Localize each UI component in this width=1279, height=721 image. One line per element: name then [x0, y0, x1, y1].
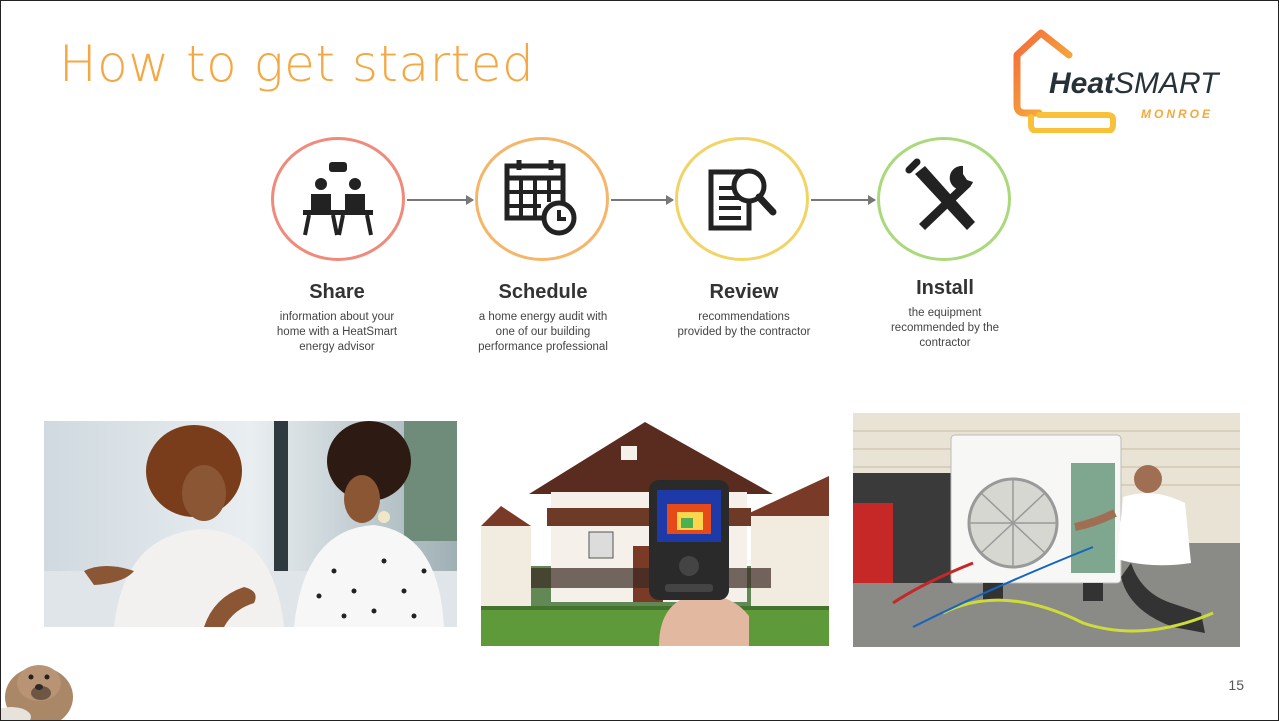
step-install: Install the equipment recommended by the c…: [835, 277, 1055, 351]
step-title: Share: [309, 281, 365, 303]
calendar-clock-icon: [504, 160, 577, 236]
photo-two-women-talking: [44, 421, 457, 627]
slide-title: How to get started: [59, 35, 535, 93]
step-desc: information about your home with a HeatSm…: [276, 311, 398, 353]
step-title: Review: [709, 281, 779, 303]
schedule-circle: [475, 137, 609, 261]
step-review: Review recommendations provided by the co…: [634, 281, 854, 340]
step-title: Schedule: [498, 281, 588, 303]
arrow-share-to-schedule: [407, 195, 474, 205]
step-desc: the equipment recommended by the contracto…: [890, 307, 1000, 349]
step-desc: recommendations provided by the contracto…: [677, 311, 811, 338]
meeting-icon: [303, 162, 373, 236]
share-circle: [271, 137, 405, 261]
logo-wordmark: HeatSMART: [1049, 67, 1219, 100]
step-share: Share information about your home with a …: [227, 281, 447, 355]
slide: How to get started HeatSMART MONROE Shar…: [0, 0, 1279, 721]
step-schedule: Schedule a home energy audit with one of …: [433, 281, 653, 355]
install-circle: [877, 137, 1011, 261]
step-title: Install: [916, 277, 974, 299]
step-desc: a home energy audit with one of our build…: [478, 311, 608, 353]
heatsmart-monroe-logo: HeatSMART MONROE: [1009, 27, 1245, 134]
photo-house-thermal-camera: [481, 416, 829, 646]
logo-subtitle: MONROE: [1141, 107, 1213, 121]
tools-icon: [905, 158, 975, 230]
photo-heat-pump-installation: [853, 413, 1240, 647]
review-circle: [675, 137, 809, 261]
document-magnifier-icon: [708, 168, 777, 231]
page-number: 15: [1228, 677, 1244, 693]
arrow-review-to-install: [811, 195, 876, 205]
arrow-schedule-to-review: [611, 195, 674, 205]
photo-groundhog: [1, 647, 81, 720]
